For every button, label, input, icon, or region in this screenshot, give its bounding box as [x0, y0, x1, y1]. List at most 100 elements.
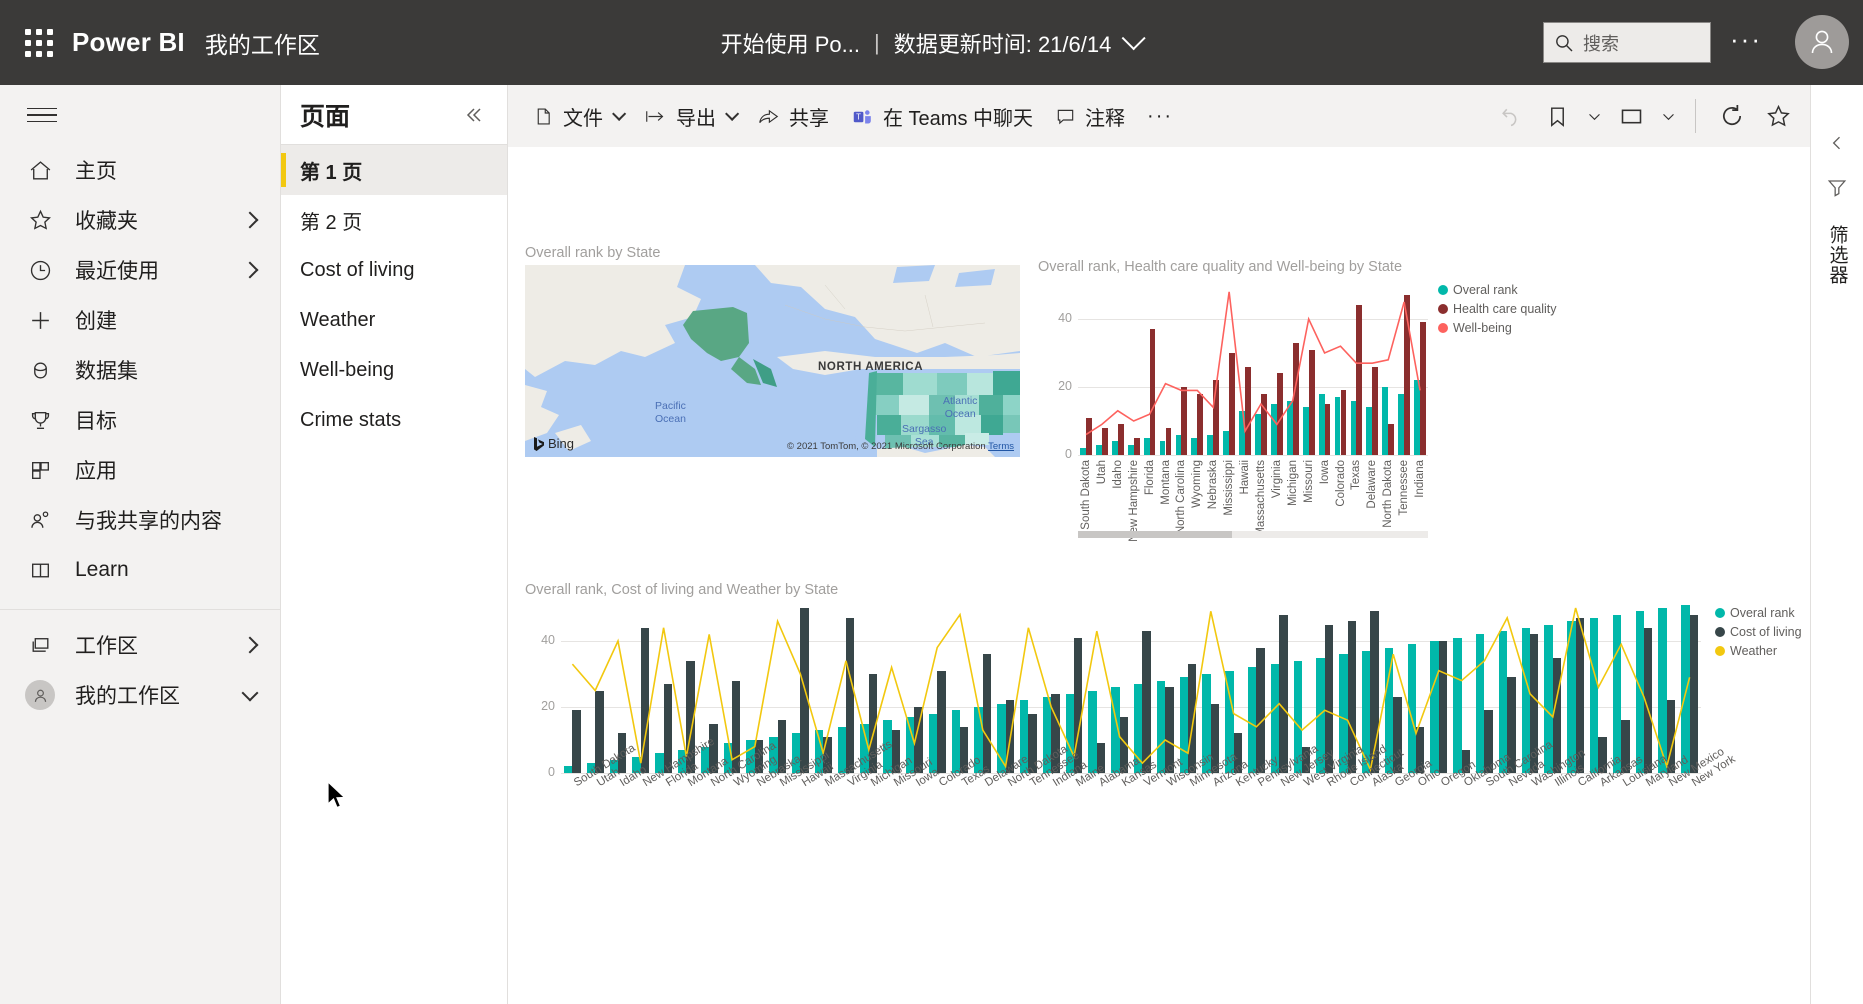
sidebar-item-workspaces[interactable]: 工作区 — [0, 620, 280, 670]
toolbar-more-button[interactable]: ··· — [1136, 99, 1184, 134]
file-menu-button[interactable]: 文件 — [522, 96, 633, 137]
title-separator: | — [874, 29, 880, 55]
page-item-label: Crime stats — [300, 408, 402, 431]
map-label-continent: NORTH AMERICA — [818, 361, 924, 373]
legend-item[interactable]: Well-being — [1438, 321, 1557, 335]
report-title[interactable]: 开始使用 Po... — [721, 27, 860, 59]
sidebar-item-label: 最近使用 — [75, 260, 159, 283]
map-canvas[interactable]: NORTH AMERICA Pacific Ocean Atlantic Ocean… — [525, 265, 1020, 457]
file-menu-label: 文件 — [563, 107, 603, 130]
expand-pane-button[interactable] — [1827, 133, 1847, 158]
toolbar-divider — [1695, 99, 1696, 133]
view-button[interactable] — [1609, 94, 1653, 138]
app-launcher-icon[interactable] — [22, 26, 56, 60]
sidebar-item-create[interactable]: 创建 — [0, 295, 280, 345]
chart-horizontal-scrollbar[interactable] — [1078, 531, 1428, 538]
legend-item[interactable]: Overal rank — [1715, 606, 1802, 620]
double-chevron-left-icon[interactable] — [457, 99, 489, 131]
comment-button[interactable]: 注释 — [1044, 96, 1136, 137]
toolbar-more-label: ··· — [1147, 104, 1174, 127]
refresh-button[interactable] — [1710, 94, 1754, 138]
export-icon — [646, 110, 664, 122]
share-button[interactable]: 共享 — [746, 96, 840, 137]
chart-title: Overall rank, Cost of living and Weather… — [525, 582, 839, 598]
chart-legend[interactable]: Overal rank Health care quality Well-being — [1438, 283, 1557, 340]
chart-x-tick-label: Nebraska — [1207, 460, 1220, 510]
search-input[interactable]: 搜索 — [1543, 22, 1711, 63]
sidebar-item-recent[interactable]: 最近使用 — [0, 245, 280, 295]
chevron-right-icon[interactable] — [241, 636, 259, 654]
page-item-1[interactable]: 第 1 页 — [281, 145, 507, 195]
chevron-down-icon — [1662, 113, 1674, 120]
filters-pane-button[interactable] — [1826, 176, 1848, 203]
page-item-well-being[interactable]: Well-being — [281, 345, 507, 395]
legend-item[interactable]: Weather — [1715, 644, 1802, 658]
clock-icon — [25, 255, 55, 285]
page-item-weather[interactable]: Weather — [281, 295, 507, 345]
legend-item[interactable]: Cost of living — [1715, 625, 1802, 639]
shared-icon — [25, 505, 55, 535]
chevron-right-icon[interactable] — [241, 261, 259, 279]
chat-in-teams-button[interactable]: T 在 Teams 中聊天 — [840, 96, 1044, 137]
report-title-group: 开始使用 Po... | 数据更新时间: 21/6/14 — [721, 26, 1146, 59]
chevron-right-icon[interactable] — [241, 211, 259, 229]
scrollbar-thumb[interactable] — [1078, 531, 1232, 538]
chart-x-tick-label: Virginia — [1270, 460, 1283, 499]
chart-x-tick-label: New Hampshire — [1127, 460, 1140, 542]
export-menu-label: 导出 — [676, 107, 716, 130]
bookmarks-caret[interactable] — [1581, 94, 1607, 138]
teams-icon: T — [853, 109, 871, 123]
bing-logo[interactable]: Bing — [533, 436, 574, 451]
page-item-2[interactable]: 第 2 页 — [281, 195, 507, 245]
sidebar-item-label: 与我共享的内容 — [75, 510, 222, 533]
legend-item[interactable]: Health care quality — [1438, 302, 1557, 316]
comment-button-label: 注释 — [1085, 107, 1126, 130]
sidebar-item-home[interactable]: 主页 — [0, 145, 280, 195]
cost-weather-chart-visual[interactable]: Overall rank, Cost of living and Weather… — [525, 582, 1810, 912]
pages-panel-title: 页面 — [300, 102, 351, 131]
map-visual[interactable]: Overall rank by State NORTH AMERICA Paci… — [525, 245, 1020, 457]
legend-color-dot — [1715, 608, 1725, 618]
nav-collapse-button[interactable] — [0, 85, 281, 145]
legend-color-dot — [1715, 646, 1725, 656]
chart-x-tick-label: Idaho — [1111, 460, 1124, 489]
export-menu-button[interactable]: 导出 — [633, 96, 746, 137]
sidebar-item-goals[interactable]: 目标 — [0, 395, 280, 445]
chart-y-tick-label: 20 — [1058, 379, 1072, 393]
user-avatar[interactable] — [1795, 15, 1849, 69]
sidebar-item-apps[interactable]: 应用 — [0, 445, 280, 495]
sidebar-item-label: Learn — [75, 558, 129, 581]
chevron-down-icon[interactable] — [241, 684, 259, 701]
avatar — [25, 680, 55, 710]
chart-legend[interactable]: Overal rank Cost of living Weather — [1715, 606, 1802, 663]
chart-x-tick-label: Mississippi — [1223, 460, 1236, 516]
page-item-crime-stats[interactable]: Crime stats — [281, 395, 507, 445]
chart-x-tick-label: Wyoming — [1191, 460, 1204, 508]
comment-icon — [1057, 109, 1074, 124]
sidebar-item-datasets[interactable]: 数据集 — [0, 345, 280, 395]
sidebar-item-my-workspace[interactable]: 我的工作区 — [0, 670, 280, 720]
bookmarks-button[interactable] — [1535, 94, 1579, 138]
chart-line-series — [571, 607, 1691, 773]
dataset-icon — [25, 355, 55, 385]
page-item-cost-of-living[interactable]: Cost of living — [281, 245, 507, 295]
plus-icon — [25, 305, 55, 335]
sidebar-item-shared-with-me[interactable]: 与我共享的内容 — [0, 495, 280, 545]
sidebar-item-favorites[interactable]: 收藏夹 — [0, 195, 280, 245]
favorite-button[interactable] — [1756, 94, 1800, 138]
view-icon — [1621, 109, 1641, 123]
view-caret[interactable] — [1655, 94, 1681, 138]
map-terms-link[interactable]: Terms — [988, 441, 1014, 452]
legend-item[interactable]: Overal rank — [1438, 283, 1557, 297]
health-wellbeing-chart-visual[interactable]: Overall rank, Health care quality and We… — [1038, 259, 1557, 569]
map-label-pacific: Pacific Ocean — [655, 400, 686, 426]
chat-in-teams-label: 在 Teams 中聊天 — [883, 107, 1034, 130]
powerbi-brand-label[interactable]: Power BI — [72, 27, 185, 58]
header-more-button[interactable]: ··· — [1729, 26, 1763, 60]
chart-y-tick-label: 40 — [1058, 311, 1072, 325]
breadcrumb-workspace[interactable]: 我的工作区 — [205, 26, 320, 60]
reset-button[interactable] — [1489, 94, 1533, 138]
chart-plot-area — [1078, 285, 1428, 456]
sidebar-item-learn[interactable]: Learn — [0, 545, 280, 595]
chevron-down-icon[interactable] — [1121, 26, 1146, 51]
